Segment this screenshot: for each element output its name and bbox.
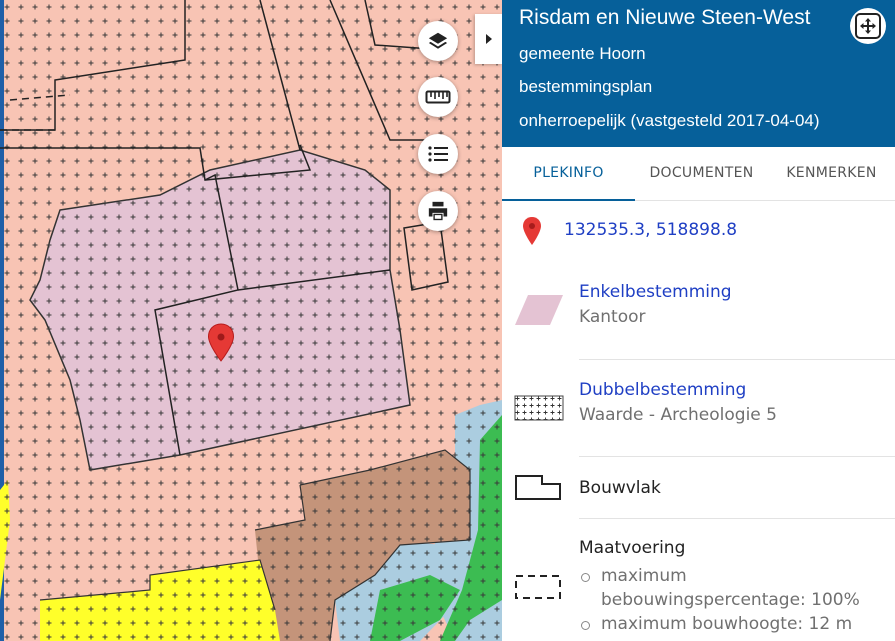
tab-bar: PLEKINFO DOCUMENTEN KENMERKEN (502, 147, 895, 201)
divider (579, 359, 895, 360)
divider (579, 456, 895, 457)
enkelbestemming-swatch-icon (515, 295, 563, 325)
expand-button[interactable] (850, 8, 886, 44)
print-button[interactable] (418, 191, 458, 231)
maatvoering-list: maximum bebouwingspercentage: 100% maxim… (579, 564, 895, 636)
info-panel: Risdam en Nieuwe Steen-West gemeente Hoo… (502, 0, 895, 641)
layers-icon (428, 32, 448, 49)
legend-button[interactable] (418, 134, 458, 174)
maatvoering-title: Maatvoering (579, 538, 686, 558)
plan-title: Risdam en Nieuwe Steen-West (519, 6, 811, 29)
layers-button[interactable] (418, 21, 458, 61)
plan-status: onherroepelijk (vastgesteld 2017-04-04) (519, 111, 820, 130)
dubbelbestemming-title[interactable]: Dubbelbestemming (579, 380, 746, 400)
location-pin-icon (523, 217, 541, 245)
bouwvlak-swatch-icon (515, 475, 561, 500)
collapse-panel-button[interactable] (475, 14, 502, 64)
dubbelbestemming-swatch-icon (514, 395, 564, 421)
enkelbestemming-value: Kantoor (579, 307, 646, 327)
dubbelbestemming-value: Waarde - Archeologie 5 (579, 405, 777, 425)
plan-type: bestemmingsplan (519, 77, 653, 96)
coordinates-link[interactable]: 132535.3, 518898.8 (564, 220, 737, 240)
tab-plekinfo[interactable]: PLEKINFO (502, 147, 635, 201)
ruler-icon (425, 90, 451, 104)
tab-documenten[interactable]: DOCUMENTEN (635, 147, 768, 201)
plan-municipality: gemeente Hoorn (519, 44, 646, 63)
expand-arrows-icon (855, 13, 881, 39)
bouwvlak-title: Bouwvlak (579, 478, 661, 498)
tab-kenmerken[interactable]: KENMERKEN (768, 147, 895, 201)
chevron-right-icon (485, 34, 492, 44)
map-marker-icon (207, 323, 235, 362)
list-icon (428, 146, 448, 162)
enkelbestemming-title[interactable]: Enkelbestemming (579, 282, 732, 302)
maatvoering-item: maximum bebouwingspercentage: 100% (579, 564, 895, 612)
maatvoering-item: maximum bouwhoogte: 12 m (579, 612, 895, 636)
divider (579, 518, 895, 519)
maatvoering-swatch-icon (515, 575, 561, 599)
plan-header: Risdam en Nieuwe Steen-West gemeente Hoo… (502, 0, 895, 147)
map-view[interactable] (0, 0, 502, 641)
measure-button[interactable] (418, 77, 458, 117)
printer-icon (428, 201, 448, 221)
